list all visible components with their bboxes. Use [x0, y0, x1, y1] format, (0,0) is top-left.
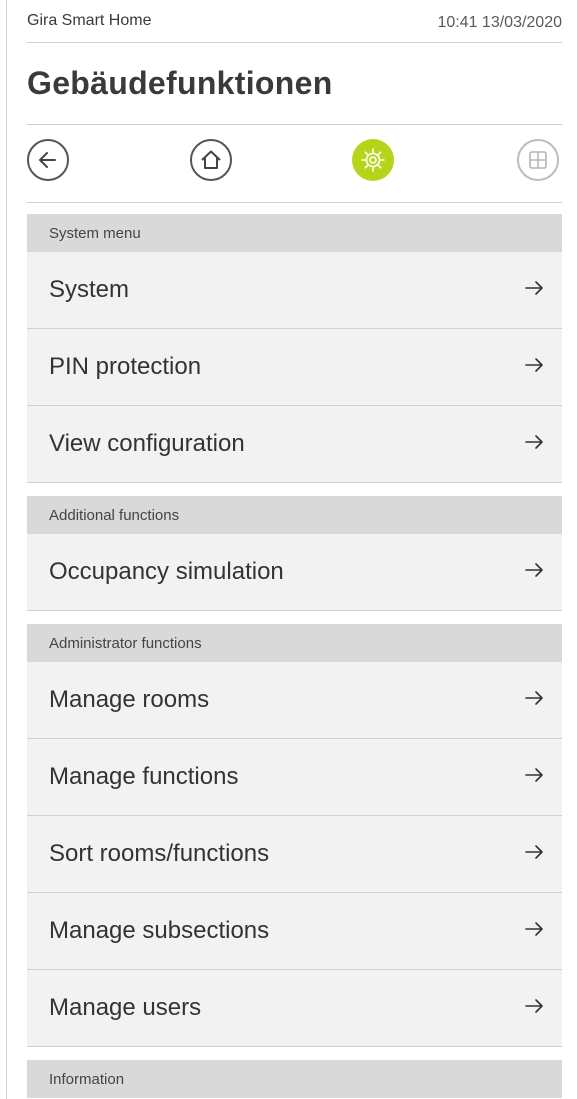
- menu-item-label: Sort rooms/functions: [49, 840, 270, 867]
- section-header-additional-functions: Additional functions: [27, 496, 562, 534]
- settings-menu: System menu System PIN protection View c…: [27, 214, 562, 1098]
- grid-button[interactable]: [517, 139, 559, 181]
- back-arrow-icon: [39, 152, 56, 168]
- status-datetime: 10:41 13/03/2020: [437, 14, 562, 31]
- home-icon: [201, 150, 221, 169]
- menu-item-system[interactable]: System: [27, 252, 562, 329]
- arrow-right-icon: [525, 845, 543, 859]
- menu-item-label: Manage subsections: [49, 917, 270, 944]
- arrow-right-icon: [525, 435, 543, 449]
- app-name: Gira Smart Home: [27, 12, 152, 29]
- arrow-right-icon: [525, 281, 543, 295]
- page-title: Gebäudefunktionen: [27, 65, 333, 101]
- section-gap: [27, 1047, 562, 1060]
- navigation-bar: [27, 125, 562, 203]
- menu-item-label: Manage functions: [49, 763, 239, 790]
- menu-item-manage-rooms[interactable]: Manage rooms: [27, 662, 562, 739]
- back-button[interactable]: [27, 139, 69, 181]
- menu-item-label: View configuration: [49, 430, 245, 457]
- settings-button[interactable]: [352, 139, 394, 181]
- arrow-right-icon: [525, 691, 543, 705]
- menu-item-label: Manage rooms: [49, 686, 210, 713]
- arrow-right-icon: [525, 563, 543, 577]
- menu-item-manage-users[interactable]: Manage users: [27, 970, 562, 1047]
- arrow-right-icon: [525, 922, 543, 936]
- section-header-system-menu: System menu: [27, 214, 562, 252]
- home-button[interactable]: [190, 139, 232, 181]
- menu-item-label: System: [49, 276, 130, 303]
- menu-item-label: Manage users: [49, 994, 202, 1021]
- menu-item-occupancy-simulation[interactable]: Occupancy simulation: [27, 534, 562, 611]
- arrow-right-icon: [525, 999, 543, 1013]
- section-gap: [27, 483, 562, 496]
- arrow-right-icon: [525, 358, 543, 372]
- menu-item-view-configuration[interactable]: View configuration: [27, 406, 562, 483]
- menu-item-label: Occupancy simulation: [49, 558, 284, 585]
- menu-item-manage-functions[interactable]: Manage functions: [27, 739, 562, 816]
- grid-icon: [529, 151, 547, 169]
- section-header-information: Information: [27, 1060, 562, 1098]
- settings-gear-icon: [361, 148, 385, 172]
- menu-item-label: PIN protection: [49, 353, 202, 380]
- section-header-administrator-functions: Administrator functions: [27, 624, 562, 662]
- status-bar: Gira Smart Home 10:41 13/03/2020: [27, 0, 562, 43]
- section-gap: [27, 611, 562, 624]
- frame-divider: [6, 0, 7, 1099]
- menu-item-manage-subsections[interactable]: Manage subsections: [27, 893, 562, 970]
- arrow-right-icon: [525, 768, 543, 782]
- menu-item-pin-protection[interactable]: PIN protection: [27, 329, 562, 406]
- menu-item-sort-rooms-functions[interactable]: Sort rooms/functions: [27, 816, 562, 893]
